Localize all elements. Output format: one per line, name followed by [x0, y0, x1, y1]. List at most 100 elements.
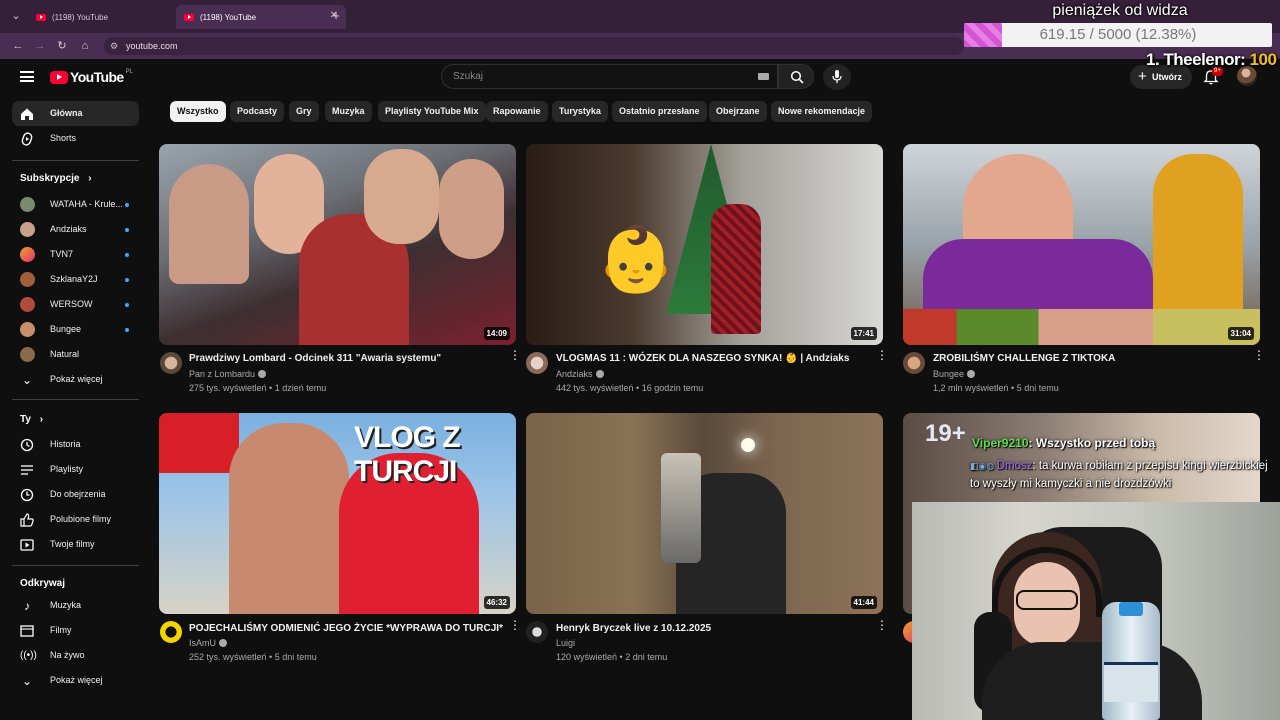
more-options-icon[interactable]: ⋮: [876, 619, 888, 635]
chip-games[interactable]: Gry: [289, 101, 319, 122]
new-content-dot: [125, 328, 129, 332]
video-title[interactable]: Prawdziwy Lombard - Odcinek 311 "Awaria …: [189, 353, 441, 364]
channel-name[interactable]: Bungee: [933, 369, 976, 379]
video-title[interactable]: Henryk Bryczek live z 10.12.2025: [556, 623, 711, 634]
chip-all[interactable]: Wszystko: [170, 101, 226, 122]
sidebar-item-label: Pokaż więcej: [50, 675, 103, 685]
sidebar-item-playlists[interactable]: Playlisty: [12, 457, 139, 482]
sidebar-item-label: TVN7: [50, 249, 74, 259]
browser-tab-1[interactable]: (1198) YouTube ✕: [28, 5, 198, 29]
chip-new-recommendations[interactable]: Nowe rekomendacje: [771, 101, 873, 122]
url-field[interactable]: ⚙ youtube.com: [104, 37, 964, 55]
channel-name[interactable]: IsAmU: [189, 638, 227, 648]
chip-rap[interactable]: Rapowanie: [486, 101, 548, 122]
video-duration: 17:41: [850, 327, 877, 340]
sidebar-item-subscription[interactable]: TVN7: [12, 242, 139, 267]
sidebar-item-subscription[interactable]: SzklanaY2J: [12, 267, 139, 292]
search-button[interactable]: [778, 64, 814, 89]
sidebar-item-your-videos[interactable]: Twoje filmy: [12, 532, 139, 557]
explore-heading: Odkrywaj: [20, 578, 66, 589]
home-icon[interactable]: ⌂: [77, 38, 93, 54]
video-thumbnail[interactable]: 👶 17:41: [526, 144, 883, 345]
video-title[interactable]: VLOGMAS 11 : WÓZEK DLA NASZEGO SYNKA! 👶 …: [556, 353, 849, 364]
more-options-icon[interactable]: ⋮: [509, 619, 521, 635]
forward-icon[interactable]: →: [32, 38, 48, 54]
back-icon[interactable]: ←: [10, 38, 26, 54]
voice-search-button[interactable]: [823, 64, 851, 90]
sidebar-item-home[interactable]: Główna: [12, 101, 139, 126]
view-count: 442 tys. wyświetleń: [556, 383, 634, 393]
thumbnail-light: [741, 438, 755, 452]
chip-travel[interactable]: Turystyka: [552, 101, 608, 122]
sidebar-item-watch-later[interactable]: Do obejrzenia: [12, 482, 139, 507]
channel-name-text: Bungee: [933, 369, 965, 379]
subscriptions-heading[interactable]: Subskrypcje ›: [20, 173, 92, 184]
site-info-icon[interactable]: ⚙: [110, 37, 118, 55]
sidebar-item-shorts[interactable]: Shorts: [12, 126, 139, 151]
thumbnail-blender: [661, 453, 701, 563]
sidebar-item-liked-videos[interactable]: Polubione filmy: [12, 507, 139, 532]
channel-avatar[interactable]: [526, 352, 548, 374]
sidebar-item-music[interactable]: ♪ Muzyka: [12, 593, 139, 618]
chip-podcasts[interactable]: Podcasty: [230, 101, 285, 122]
subscriptions-heading-label: Subskrypcje: [20, 173, 80, 184]
youtube-favicon-icon: [184, 13, 194, 21]
sidebar-item-subscription[interactable]: WATAHA - Krule...: [12, 192, 139, 217]
watch-later-icon: [20, 488, 34, 502]
video-thumbnail[interactable]: 31:04: [903, 144, 1260, 345]
youtube-logo[interactable]: YouTube PL: [50, 69, 133, 85]
more-options-icon[interactable]: ⋮: [509, 349, 521, 365]
video-meta: 120 wyświetleń • 2 dni temu: [556, 652, 668, 662]
channel-name-text: Andziaks: [556, 369, 593, 379]
chat-username: Dmosz: [996, 460, 1033, 472]
channel-name[interactable]: Luigi: [556, 638, 575, 648]
keyboard-icon[interactable]: [758, 73, 769, 80]
playlists-icon: [21, 465, 33, 475]
new-tab-icon[interactable]: +: [328, 8, 344, 24]
top-donor-label: 1. Theelenor: 100: [1146, 50, 1277, 70]
video-thumbnail[interactable]: 14:09: [159, 144, 516, 345]
channel-name[interactable]: Pan z Lombardu: [189, 369, 267, 379]
sidebar-item-label: Filmy: [50, 625, 72, 635]
chip-music[interactable]: Muzyka: [325, 101, 372, 122]
sidebar-item-films[interactable]: Filmy: [12, 618, 139, 643]
sidebar-item-subscription[interactable]: WERSOW: [12, 292, 139, 317]
more-options-icon[interactable]: ⋮: [1253, 349, 1265, 365]
sidebar-item-label: Do obejrzenia: [50, 489, 106, 499]
chip-recently-uploaded[interactable]: Ostatnio przesłane: [612, 101, 707, 122]
search-input[interactable]: Szukaj: [441, 64, 778, 89]
view-count: 275 tys. wyświetleń: [189, 383, 267, 393]
logo-text: YouTube: [70, 69, 124, 85]
sidebar-item-label: Twoje filmy: [50, 539, 95, 549]
reload-icon[interactable]: ↻: [54, 38, 70, 54]
tab-list-chevron-icon[interactable]: ⌄: [8, 8, 24, 24]
thumbnail-baby-emoji: 👶: [596, 223, 676, 295]
channel-avatar[interactable]: [526, 621, 548, 643]
sidebar-item-show-more[interactable]: ⌄ Pokaż więcej: [12, 367, 139, 392]
chip-watched[interactable]: Obejrzane: [709, 101, 767, 122]
view-count: 120 wyświetleń: [556, 652, 618, 662]
video-title[interactable]: ZROBILIŚMY CHALLENGE Z TIKTOKA: [933, 353, 1115, 364]
channel-name[interactable]: Andziaks: [556, 369, 604, 379]
thumbnail-person: [364, 149, 439, 244]
video-title[interactable]: POJECHALIŚMY ODMIENIĆ JEGO ŻYCIE *WYPRAW…: [189, 623, 503, 634]
verified-icon: [967, 370, 976, 378]
menu-icon[interactable]: [20, 71, 34, 82]
video-thumbnail[interactable]: 41:44: [526, 413, 883, 614]
channel-avatar[interactable]: [160, 621, 182, 643]
sidebar-item-subscription[interactable]: Natural: [12, 342, 139, 367]
channel-avatar: [20, 272, 35, 287]
sidebar-item-live[interactable]: ((•)) Na żywo: [12, 643, 139, 668]
you-heading[interactable]: Ty ›: [20, 414, 43, 425]
video-thumbnail[interactable]: VLOG Z TURCJI 46:32: [159, 413, 516, 614]
more-options-icon[interactable]: ⋮: [876, 349, 888, 365]
channel-avatar[interactable]: [160, 352, 182, 374]
chip-youtube-mix[interactable]: Playlisty YouTube Mix: [378, 101, 486, 122]
chat-text: : Wszystko przed tobą: [1028, 436, 1156, 450]
sidebar-item-show-more[interactable]: ⌄ Pokaż więcej: [12, 668, 139, 693]
browser-tab-2[interactable]: (1198) YouTube ✕: [176, 5, 346, 29]
sidebar-item-history[interactable]: Historia: [12, 432, 139, 457]
sidebar-item-subscription[interactable]: Andziaks: [12, 217, 139, 242]
sidebar-item-subscription[interactable]: Bungee: [12, 317, 139, 342]
channel-avatar[interactable]: [903, 352, 925, 374]
